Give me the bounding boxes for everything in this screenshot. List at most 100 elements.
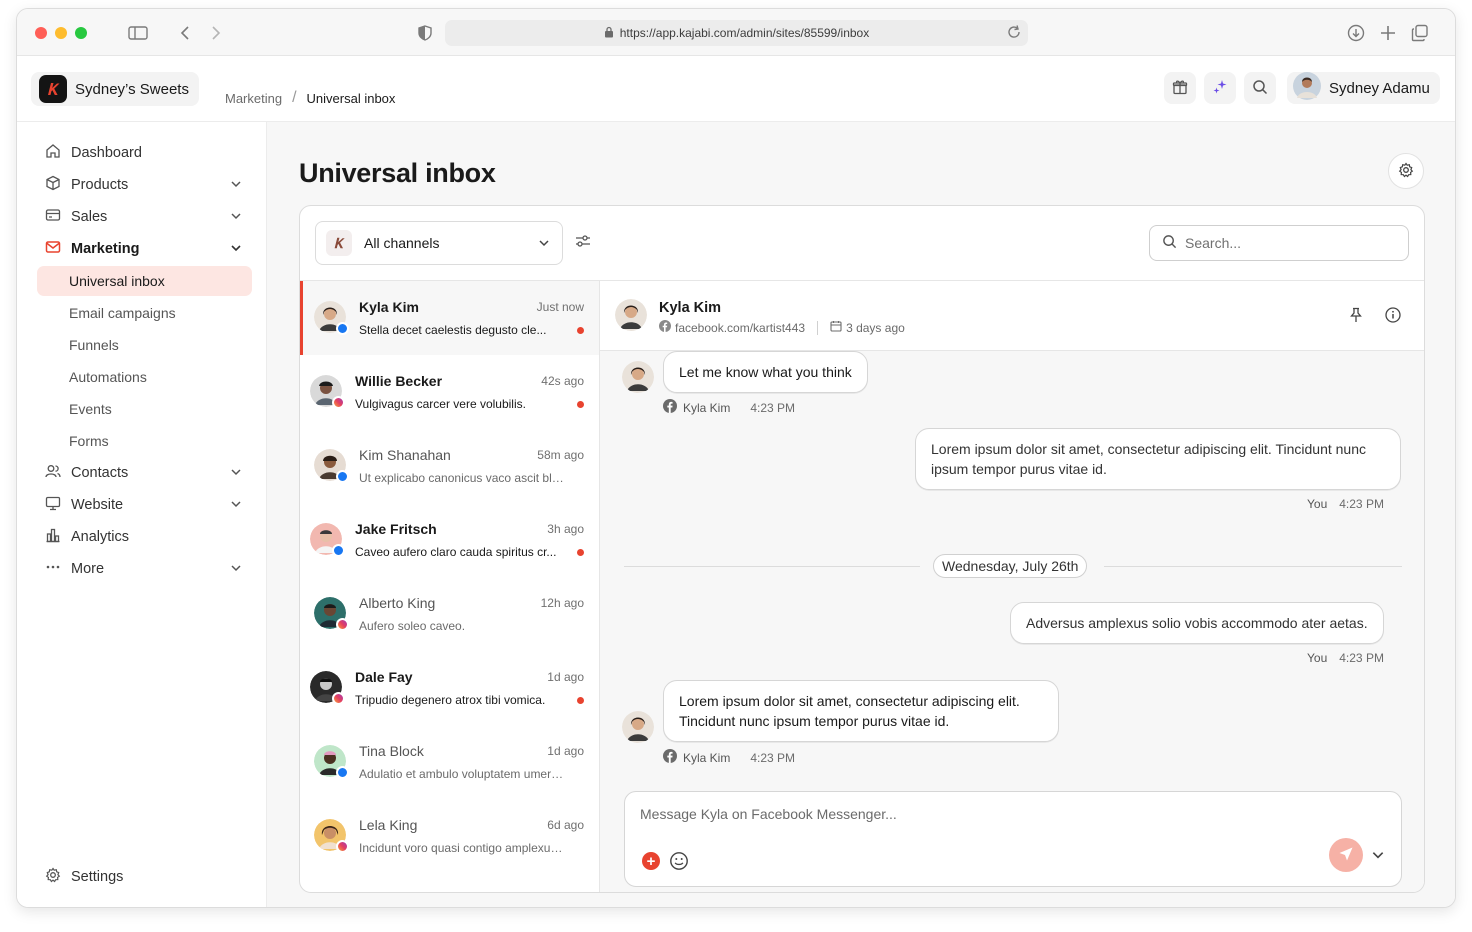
back-arrow-icon[interactable] bbox=[174, 22, 196, 44]
message-bubble-outgoing: Adversus amplexus solio vobis accommodo … bbox=[1010, 602, 1384, 644]
conversation-time: 1d ago bbox=[547, 744, 584, 758]
conversation-preview: Ut explicabo canonicus vaco ascit bla... bbox=[359, 471, 565, 485]
search-input[interactable] bbox=[1185, 235, 1395, 251]
emoji-icon[interactable] bbox=[669, 851, 689, 874]
sidebar-subitem-forms[interactable]: Forms bbox=[37, 426, 252, 456]
url-text: https://app.kajabi.com/admin/sites/85599… bbox=[619, 26, 870, 40]
conversation-time: 42s ago bbox=[541, 374, 584, 388]
conversation-time: 58m ago bbox=[537, 448, 584, 462]
ai-assistant-button[interactable] bbox=[1204, 72, 1236, 104]
conversation-item-kim-shanahan[interactable]: Kim Shanahan 58m ago Ut explicabo canoni… bbox=[300, 429, 599, 503]
sidebar-item-website[interactable]: Website bbox=[37, 490, 252, 520]
sidebar-subitem-events[interactable]: Events bbox=[37, 394, 252, 424]
chevron-down-icon[interactable] bbox=[230, 242, 242, 258]
sidebar-item-label: More bbox=[71, 561, 105, 577]
sidebar-item-dashboard[interactable]: Dashboard bbox=[37, 138, 252, 168]
divider-line bbox=[1104, 566, 1402, 567]
message-time: 4:23 PM bbox=[750, 400, 796, 415]
inbox-search[interactable] bbox=[1149, 225, 1409, 261]
add-attachment-button[interactable]: + bbox=[642, 852, 660, 870]
sidebar-toggle-icon[interactable] bbox=[127, 22, 149, 44]
sidebar-item-analytics[interactable]: Analytics bbox=[37, 522, 252, 552]
monitor-icon bbox=[45, 495, 61, 515]
sidebar-subitem-funnels[interactable]: Funnels bbox=[37, 330, 252, 360]
sidebar-item-products[interactable]: Products bbox=[37, 170, 252, 200]
gift-button[interactable] bbox=[1164, 72, 1196, 104]
inbox-toolbar: All channels bbox=[300, 206, 1424, 281]
header-search-button[interactable] bbox=[1244, 72, 1276, 104]
message-input[interactable] bbox=[640, 806, 1340, 822]
user-menu[interactable]: Sydney Adamu bbox=[1287, 72, 1440, 104]
inbox-settings-button[interactable] bbox=[1388, 153, 1424, 189]
bar-chart-icon bbox=[45, 527, 61, 547]
reload-icon[interactable] bbox=[1006, 24, 1022, 43]
conversation-time: Just now bbox=[536, 300, 584, 314]
message-meta: You 4:23 PM bbox=[1307, 651, 1384, 665]
channel-filter-value: All channels bbox=[364, 235, 440, 251]
message-sender: Kyla Kim bbox=[683, 750, 731, 765]
new-tab-icon[interactable] bbox=[1377, 22, 1399, 44]
conversation-name: Kyla Kim bbox=[359, 299, 419, 315]
breadcrumb-marketing[interactable]: Marketing bbox=[225, 91, 282, 106]
message-time: 4:23 PM bbox=[1339, 651, 1384, 665]
facebook-icon bbox=[336, 470, 349, 483]
conversation-name: Jake Fritsch bbox=[355, 521, 437, 537]
avatar bbox=[622, 711, 654, 743]
channel-filter-select[interactable]: All channels bbox=[315, 221, 563, 265]
conversation-item-jake-fritsch[interactable]: Jake Fritsch 3h ago Caveo aufero claro c… bbox=[300, 503, 599, 577]
chevron-down-icon[interactable] bbox=[1371, 848, 1385, 865]
conversation-list: Kyla Kim Just now Stella decet caelestis… bbox=[300, 281, 600, 892]
site-switcher[interactable]: Sydney’s Sweets bbox=[31, 72, 199, 106]
sidebar-item-sales[interactable]: Sales bbox=[37, 202, 252, 232]
conversation-item-willie-becker[interactable]: Willie Becker 42s ago Vulgivagus carcer … bbox=[300, 355, 599, 429]
sidebar-subitem-email-campaigns[interactable]: Email campaigns bbox=[37, 298, 252, 328]
close-window-button[interactable] bbox=[35, 27, 47, 39]
chevron-down-icon[interactable] bbox=[230, 466, 242, 482]
shield-icon[interactable] bbox=[414, 22, 436, 44]
conversation-item-tina-block[interactable]: Tina Block 1d ago Adulatio et ambulo vol… bbox=[300, 725, 599, 799]
forward-arrow-icon[interactable] bbox=[205, 22, 227, 44]
conversation-name: Kim Shanahan bbox=[359, 447, 451, 463]
sidebar-subitem-universal-inbox[interactable]: Universal inbox bbox=[37, 266, 252, 296]
conversation-preview: Tripudio degenero atrox tibi vomica. bbox=[355, 693, 546, 707]
sidebar-item-label: Website bbox=[71, 497, 124, 513]
sparkle-icon bbox=[1212, 79, 1228, 98]
tabs-overview-icon[interactable] bbox=[1409, 22, 1431, 44]
facebook-icon bbox=[659, 320, 671, 335]
conversation-thread: Kyla Kim facebook.com/kartist443 3 days … bbox=[600, 281, 1424, 892]
sidebar-item-more[interactable]: More bbox=[37, 554, 252, 584]
sidebar-item-settings[interactable]: Settings bbox=[37, 862, 252, 892]
chevron-down-icon[interactable] bbox=[230, 498, 242, 514]
zoom-window-button[interactable] bbox=[75, 27, 87, 39]
message-bubble-incoming: Lorem ipsum dolor sit amet, consectetur … bbox=[663, 680, 1059, 742]
minimize-window-button[interactable] bbox=[55, 27, 67, 39]
send-button[interactable] bbox=[1329, 838, 1363, 872]
sidebar-item-label: Dashboard bbox=[71, 145, 142, 161]
pin-icon[interactable] bbox=[1349, 307, 1363, 326]
conversation-item-dale-fay[interactable]: Dale Fay 1d ago Tripudio degenero atrox … bbox=[300, 651, 599, 725]
info-icon[interactable] bbox=[1385, 307, 1401, 326]
download-icon[interactable] bbox=[1345, 22, 1367, 44]
avatar[interactable] bbox=[615, 299, 647, 331]
kajabi-logo-icon bbox=[39, 75, 67, 103]
sidebar-item-contacts[interactable]: Contacts bbox=[37, 458, 252, 488]
conversation-item-alberto-king[interactable]: Alberto King 12h ago Aufero soleo caveo. bbox=[300, 577, 599, 651]
unread-dot bbox=[577, 697, 584, 704]
conversation-item-kyla-kim[interactable]: Kyla Kim Just now Stella decet caelestis… bbox=[300, 281, 599, 355]
gear-icon bbox=[1398, 161, 1414, 181]
conversation-item-lela-king[interactable]: Lela King 6d ago Incidunt voro quasi con… bbox=[300, 799, 599, 873]
address-bar[interactable]: https://app.kajabi.com/admin/sites/85599… bbox=[445, 20, 1028, 46]
thread-profile-link[interactable]: facebook.com/kartist443 bbox=[675, 321, 805, 335]
main-content: Universal inbox All channels Search... K… bbox=[267, 122, 1455, 907]
chevron-down-icon[interactable] bbox=[230, 210, 242, 226]
thread-contact-name[interactable]: Kyla Kim bbox=[659, 300, 721, 316]
conversation-preview: Adulatio et ambulo voluptatem umeru... bbox=[359, 767, 565, 781]
chevron-down-icon[interactable] bbox=[230, 178, 242, 194]
sidebar-subitem-automations[interactable]: Automations bbox=[37, 362, 252, 392]
browser-window: https://app.kajabi.com/admin/sites/85599… bbox=[16, 8, 1456, 908]
conversation-preview: Incidunt voro quasi contigo amplexus... bbox=[359, 841, 565, 855]
filter-sliders-icon[interactable] bbox=[575, 234, 591, 251]
credit-card-icon bbox=[45, 207, 61, 227]
chevron-down-icon[interactable] bbox=[230, 562, 242, 578]
sidebar-item-marketing[interactable]: Marketing bbox=[37, 234, 252, 264]
